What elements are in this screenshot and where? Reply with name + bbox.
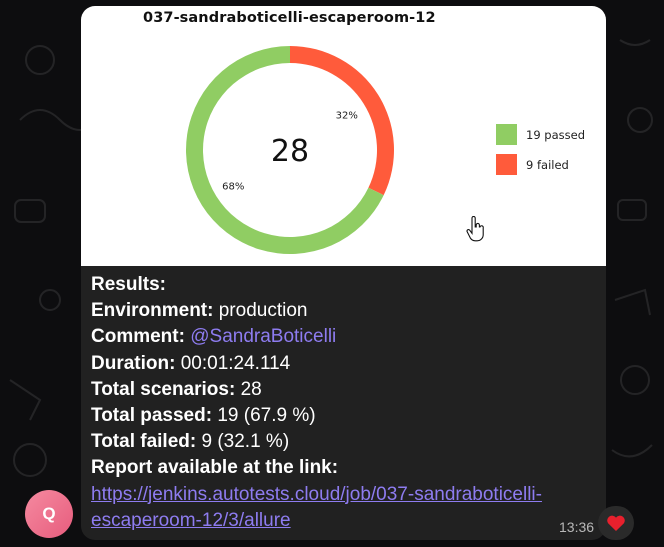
message-time: 13:36	[559, 519, 595, 535]
legend-label-failed: 9 failed	[526, 158, 569, 172]
heart-icon	[607, 515, 625, 531]
results-label: Results:	[91, 274, 166, 295]
legend-swatch-failed	[496, 154, 517, 175]
environment-label: Environment:	[91, 300, 214, 322]
message-text: Results: Environment: production Comment…	[91, 272, 601, 534]
environment-value: production	[218, 300, 308, 322]
donut-chart: 68% 32% 28 19 passed 9 failed	[186, 46, 585, 255]
legend-swatch-passed	[496, 124, 517, 145]
legend-label-passed: 19 passed	[526, 128, 585, 142]
pct-label-passed: 68%	[222, 182, 244, 193]
duration-label: Duration:	[91, 352, 176, 374]
chart-image[interactable]: 68% 32% 28 19 passed 9 failed 037-sandraboti…	[81, 6, 606, 266]
scenarios-value: 28	[240, 378, 262, 400]
message-bubble: 68% 32% 28 19 passed 9 failed 037-sandraboti…	[81, 6, 606, 540]
mention-link[interactable]: @SandraBoticelli	[190, 326, 336, 347]
failed-label: Total failed:	[91, 431, 197, 453]
chart-title: 037-sandraboticelli-escaperoom-12	[143, 10, 436, 26]
report-label: Report available at the link:	[91, 457, 339, 479]
center-total-label: 28	[271, 134, 309, 169]
duration-value: 00:01:24.114	[180, 352, 291, 374]
reaction-badge[interactable]	[598, 506, 634, 540]
failed-value: 9 (32.1 %)	[201, 431, 290, 453]
report-link-line-2[interactable]: escaperoom-12/3/allure	[91, 510, 291, 531]
hand-cursor-icon	[466, 216, 484, 242]
passed-label: Total passed:	[91, 405, 213, 427]
passed-value: 19 (67.9 %)	[217, 405, 316, 427]
scenarios-label: Total scenarios:	[91, 378, 236, 400]
pct-label-failed: 32%	[336, 110, 358, 121]
report-link-line-1[interactable]: https://jenkins.autotests.cloud/job/037-…	[91, 484, 542, 505]
comment-label: Comment:	[91, 326, 185, 348]
avatar[interactable]: Q	[25, 490, 73, 538]
